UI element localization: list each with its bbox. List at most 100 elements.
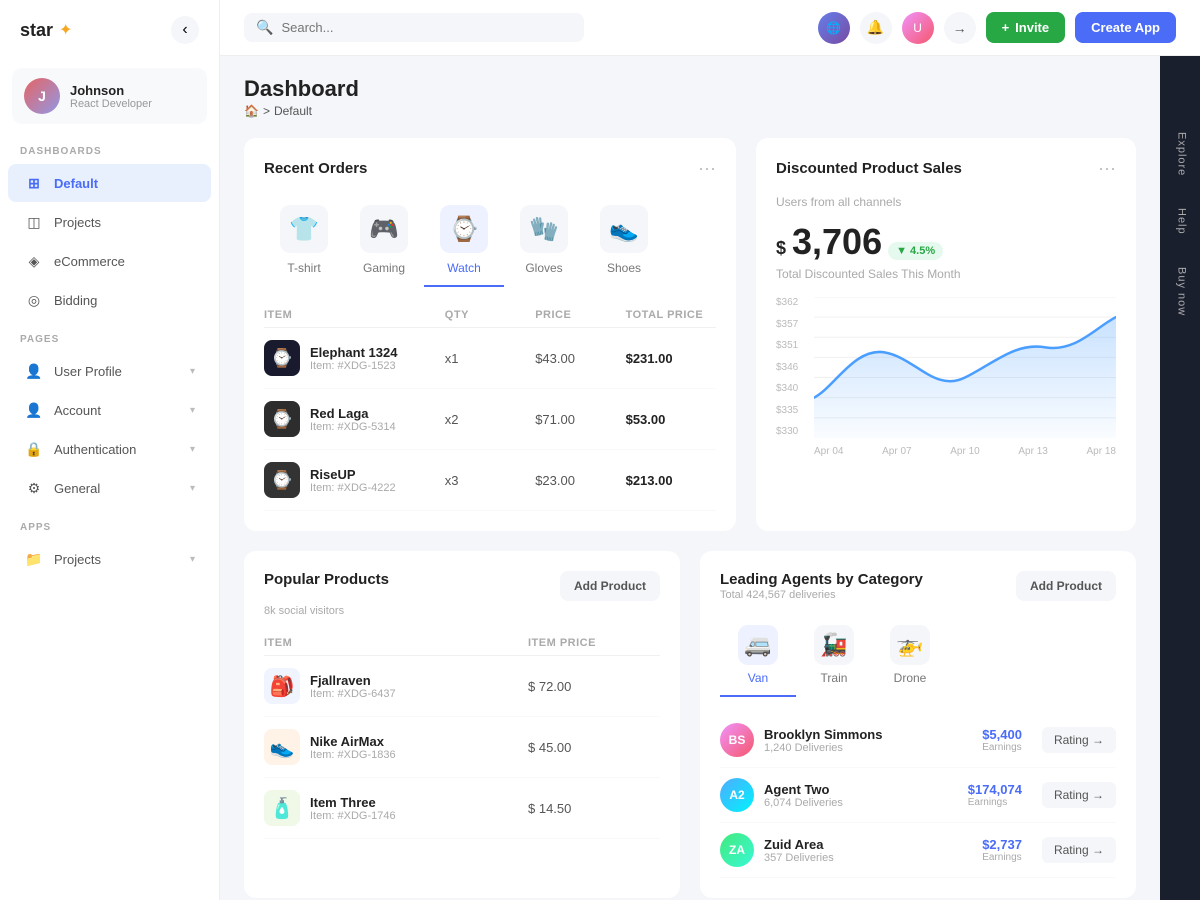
logo-area: star ✦ ‹: [0, 0, 219, 60]
sidebar-item-user-profile[interactable]: 👤 User Profile ▾: [8, 352, 211, 390]
earnings-label: Earnings: [968, 797, 1022, 808]
col-price: PRICE: [535, 309, 625, 321]
item-sku: Item: #XDG-5314: [310, 421, 396, 433]
item-thumbnail: ⌚: [264, 401, 300, 437]
col-price: ITEM PRICE: [528, 637, 660, 649]
tab-drone[interactable]: 🚁 Drone: [872, 615, 948, 697]
agent-deliveries: 6,074 Deliveries: [764, 797, 843, 809]
chart-y-labels: $362 $357 $351 $346 $340 $335 $330: [776, 297, 798, 437]
item-info: ⌚ RiseUP Item: #XDG-4222: [264, 462, 445, 498]
tab-label: Train: [821, 671, 848, 685]
search-icon: 🔍: [256, 19, 273, 36]
tab-watch[interactable]: ⌚ Watch: [424, 195, 504, 287]
sidebar-item-authentication[interactable]: 🔒 Authentication ▾: [8, 430, 211, 468]
earnings-label: Earnings: [982, 852, 1022, 863]
add-product-button-agents[interactable]: Add Product: [1016, 571, 1116, 601]
buy-now-button[interactable]: Buy now: [1165, 251, 1196, 332]
train-icon: 🚂: [814, 625, 854, 665]
col-qty: QTY: [445, 309, 535, 321]
tab-train[interactable]: 🚂 Train: [796, 615, 872, 697]
tab-van[interactable]: 🚐 Van: [720, 615, 796, 697]
chart-y-label: $346: [776, 362, 798, 373]
gaming-icon: 🎮: [360, 205, 408, 253]
item-sku: Item: #XDG-1523: [310, 360, 397, 372]
bidding-icon: ◎: [24, 290, 44, 310]
create-app-button[interactable]: Create App: [1075, 12, 1176, 43]
rating-button[interactable]: Rating →: [1042, 727, 1116, 753]
sidebar-toggle-button[interactable]: ‹: [171, 16, 199, 44]
item-qty: x3: [445, 473, 535, 488]
category-tabs: 👕 T-shirt 🎮 Gaming ⌚ Watch: [264, 195, 716, 287]
ecommerce-icon: ◈: [24, 251, 44, 271]
main-area: 🔍 🌐 🔔 U → + Invite Create App Dashboard: [220, 0, 1200, 900]
item-info: ⌚ Elephant 1324 Item: #XDG-1523: [264, 340, 445, 376]
tab-tshirt[interactable]: 👕 T-shirt: [264, 195, 344, 287]
item-name: Fjallraven: [310, 673, 396, 688]
sidebar-item-general[interactable]: ⚙ General ▾: [8, 469, 211, 507]
sidebar: star ✦ ‹ J Johnson React Developer DASHB…: [0, 0, 220, 900]
search-input[interactable]: [281, 20, 572, 35]
arrow-right-icon[interactable]: →: [944, 12, 976, 44]
recent-orders-header: Recent Orders ···: [264, 158, 716, 179]
explore-button[interactable]: Explore: [1165, 116, 1196, 192]
item-thumbnail: ⌚: [264, 462, 300, 498]
sidebar-item-account[interactable]: 👤 Account ▾: [8, 391, 211, 429]
col-total: TOTAL PRICE: [626, 309, 716, 321]
logo-text: star: [20, 20, 53, 41]
agent-stats: $174,074 Earnings Rating →: [968, 782, 1116, 808]
sidebar-item-projects[interactable]: ◫ Projects: [8, 203, 211, 241]
product-icon: 🎒: [264, 668, 300, 704]
agent-row: ZA Zuid Area 357 Deliveries $2,737 Earni…: [720, 823, 1116, 878]
notification-button[interactable]: 🔔: [860, 12, 892, 44]
breadcrumb: 🏠 > Default: [244, 104, 359, 118]
agent-stats: $5,400 Earnings Rating →: [982, 727, 1116, 753]
plus-icon: +: [1002, 20, 1010, 35]
col-item: ITEM: [264, 637, 528, 649]
page-header: Dashboard 🏠 > Default: [244, 76, 1136, 118]
chart-y-label: $335: [776, 405, 798, 416]
tab-label: Van: [748, 671, 768, 685]
sidebar-item-label: General: [54, 481, 100, 496]
tab-label: Shoes: [607, 261, 641, 275]
table-row: ⌚ Red Laga Item: #XDG-5314 x2 $71.00 $53…: [264, 389, 716, 450]
more-options-icon[interactable]: ···: [698, 158, 716, 179]
apps-section: APPS 📁 Projects ▾: [0, 508, 219, 579]
user-avatar-topbar: U: [902, 12, 934, 44]
item-price: $ 14.50: [528, 801, 660, 816]
tab-gloves[interactable]: 🧤 Gloves: [504, 195, 584, 287]
sidebar-item-bidding[interactable]: ◎ Bidding: [8, 281, 211, 319]
popular-row: 🎒 Fjallraven Item: #XDG-6437 $ 72.00: [264, 656, 660, 717]
tshirt-icon: 👕: [280, 205, 328, 253]
item-price: $71.00: [535, 412, 625, 427]
rating-button[interactable]: Rating →: [1042, 782, 1116, 808]
user-role: React Developer: [70, 98, 152, 110]
item-thumbnail: ⌚: [264, 340, 300, 376]
add-product-button[interactable]: Add Product: [560, 571, 660, 601]
chevron-down-icon: ▾: [190, 444, 195, 455]
sidebar-item-default[interactable]: ⊞ Default: [8, 164, 211, 202]
chart-area: $362 $357 $351 $346 $340 $335 $330: [776, 297, 1116, 457]
tab-shoes[interactable]: 👟 Shoes: [584, 195, 664, 287]
item-name: Nike AirMax: [310, 734, 396, 749]
sidebar-user-profile: J Johnson React Developer: [12, 68, 207, 124]
product-icon: 👟: [264, 729, 300, 765]
agents-header: Leading Agents by Category Total 424,567…: [720, 571, 1116, 615]
gear-icon: ⚙: [24, 478, 44, 498]
gloves-icon: 🧤: [520, 205, 568, 253]
invite-button[interactable]: + Invite: [986, 12, 1066, 43]
tab-gaming[interactable]: 🎮 Gaming: [344, 195, 424, 287]
sales-badge: ▼ 4.5%: [888, 242, 943, 260]
sidebar-item-projects-app[interactable]: 📁 Projects ▾: [8, 540, 211, 578]
scrollable-content: Dashboard 🏠 > Default Recent Orders: [220, 56, 1160, 900]
main-content-wrapper: Dashboard 🏠 > Default Recent Orders: [220, 56, 1200, 900]
sidebar-item-label: Bidding: [54, 293, 97, 308]
chart-y-label: $330: [776, 426, 798, 437]
item-total: $53.00: [626, 412, 716, 427]
chart-y-label: $340: [776, 383, 798, 394]
rating-button[interactable]: Rating →: [1042, 837, 1116, 863]
sidebar-item-ecommerce[interactable]: ◈ eCommerce: [8, 242, 211, 280]
help-button[interactable]: Help: [1165, 192, 1196, 251]
more-options-icon[interactable]: ···: [1098, 158, 1116, 179]
breadcrumb-current: Default: [274, 104, 312, 118]
chart-svg: [814, 297, 1116, 438]
